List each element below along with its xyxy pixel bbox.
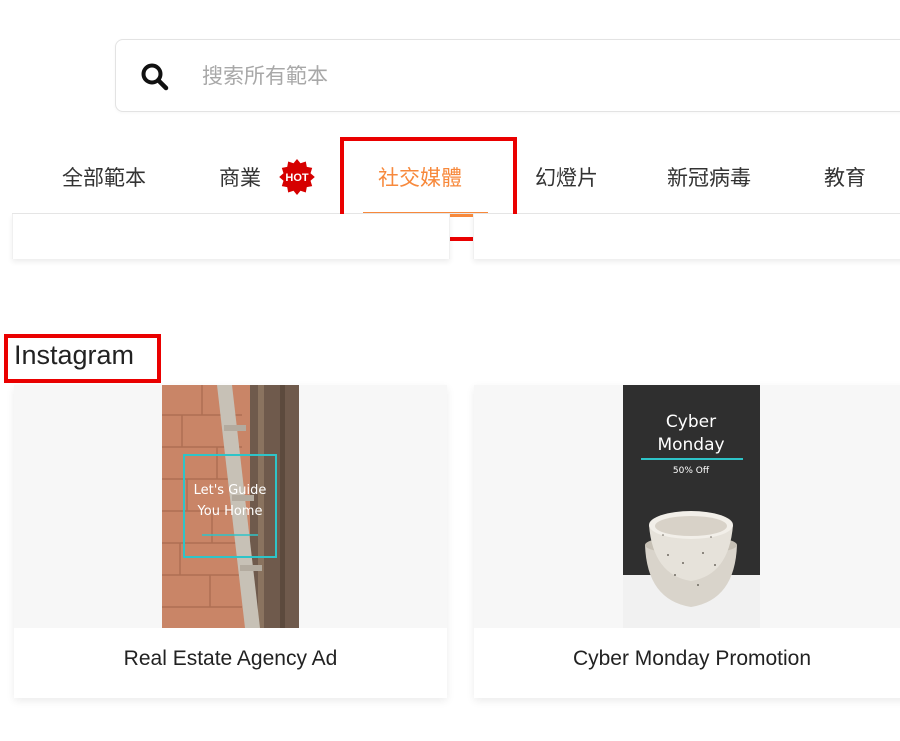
card-thumbnail-area: Cyber Monday 50% Off: [474, 385, 900, 628]
category-tabs: 全部範本 商業 社交媒體 幻燈片 新冠病毒 教育: [0, 150, 900, 217]
tab-social-media[interactable]: 社交媒體: [378, 162, 462, 192]
previous-card-stub-left: [12, 214, 450, 259]
tab-slideshow[interactable]: 幻燈片: [535, 162, 598, 192]
section-title-instagram: Instagram: [14, 340, 135, 370]
template-card-real-estate[interactable]: Let's Guide You Home Real Estate Agency …: [14, 385, 447, 698]
tab-covid[interactable]: 新冠病毒: [667, 162, 751, 192]
previous-card-stub-right: [473, 214, 900, 259]
search-input[interactable]: [202, 54, 802, 98]
search-icon[interactable]: [140, 62, 170, 92]
tab-education[interactable]: 教育: [824, 162, 866, 192]
card-title: Cyber Monday Promotion: [572, 647, 812, 670]
thumb-caption-line-2: Monday: [657, 435, 724, 455]
cyber-monday-thumbnail: Cyber Monday 50% Off: [623, 385, 760, 628]
real-estate-thumbnail: Let's Guide You Home: [162, 385, 299, 628]
card-thumbnail-area: Let's Guide You Home: [14, 385, 447, 628]
tab-all-templates[interactable]: 全部範本: [62, 162, 146, 192]
search-bar[interactable]: [115, 39, 900, 112]
tab-business[interactable]: 商業: [219, 162, 261, 192]
hot-badge-label: HOT: [285, 172, 309, 184]
thumb-caption-line-2: You Home: [197, 504, 263, 519]
hot-badge: HOT: [279, 159, 315, 195]
card-title: Real Estate Agency Ad: [123, 647, 338, 670]
thumb-caption-line-3: 50% Off: [673, 466, 710, 476]
thumb-caption-line-1: Cyber: [666, 412, 716, 432]
template-card-cyber-monday[interactable]: Cyber Monday 50% Off Cyber Monday Promot…: [474, 385, 900, 698]
thumb-caption-line-1: Let's Guide: [194, 483, 267, 498]
template-gallery-page: 全部範本 商業 社交媒體 幻燈片 新冠病毒 教育 HOT Instagram: [0, 0, 900, 741]
